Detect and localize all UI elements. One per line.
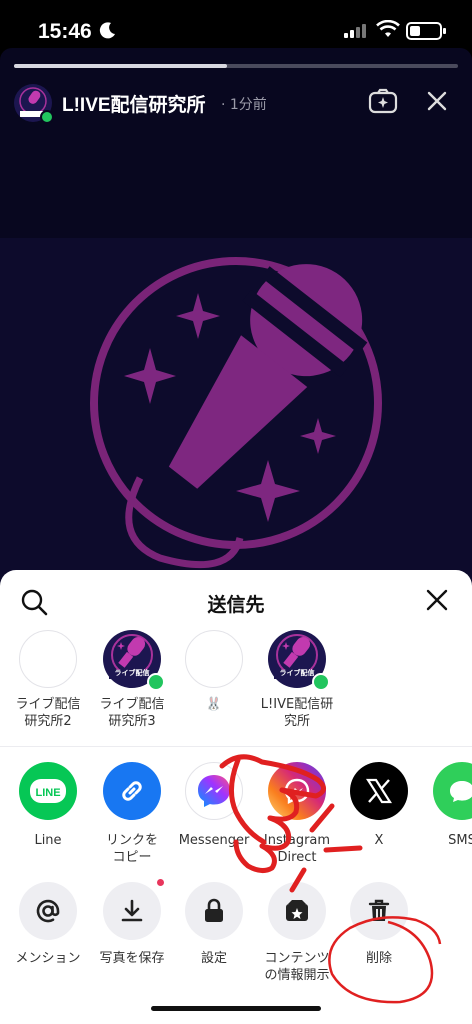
- x-icon[interactable]: [350, 762, 408, 820]
- battery-icon: [406, 22, 446, 40]
- svg-text:LINE: LINE: [35, 787, 60, 799]
- share-app-label: SMS: [448, 833, 472, 848]
- share-app-label: X: [374, 833, 384, 848]
- messenger-icon[interactable]: [185, 762, 243, 820]
- link-icon[interactable]: [103, 762, 161, 820]
- share-app-label: Messenger: [178, 833, 250, 848]
- recipient-avatar[interactable]: ライブ配信: [268, 630, 330, 691]
- action-label: 写真を保存: [99, 951, 165, 966]
- share-app-instagram-direct[interactable]: Instagram Direct: [255, 762, 339, 866]
- recipient-item[interactable]: ライブ配信ライブ配信 研究所3: [90, 630, 174, 730]
- at-icon[interactable]: [19, 882, 77, 940]
- avatar-caption: ライブ配信: [279, 669, 315, 677]
- sms-icon[interactable]: [433, 762, 472, 820]
- recipient-avatar[interactable]: [19, 630, 77, 688]
- recipient-item[interactable]: 🐰: [172, 630, 256, 713]
- share-app-link[interactable]: リンクを コピー: [90, 762, 174, 866]
- download-icon[interactable]: [103, 879, 164, 940]
- action-label: 削除: [365, 951, 392, 966]
- recipient-avatar[interactable]: ライブ配信: [103, 630, 165, 691]
- action-label: メンション: [15, 951, 81, 966]
- action-disclosure[interactable]: コンテンツ の情報開示: [255, 882, 339, 984]
- action-download[interactable]: 写真を保存: [90, 879, 174, 967]
- share-app-messenger[interactable]: Messenger: [172, 762, 256, 849]
- recipient-label: L!IVE配信研 究所: [260, 697, 334, 729]
- share-app-x[interactable]: X: [337, 762, 421, 849]
- recipient-label: ライブ配信 研究所3: [99, 697, 165, 729]
- share-apps-row: LINE Line リンクを コピー Messenger Instagram Direc…: [0, 762, 472, 872]
- disclosure-icon[interactable]: [268, 882, 326, 940]
- divider: [0, 746, 472, 747]
- action-label: 設定: [200, 951, 227, 966]
- notification-dot: [157, 879, 164, 886]
- online-indicator: [147, 673, 165, 691]
- story-account-name[interactable]: L!IVE配信研究所: [62, 90, 206, 117]
- home-indicator: [151, 1006, 321, 1011]
- action-trash[interactable]: 削除: [337, 882, 421, 967]
- trash-icon[interactable]: [350, 882, 408, 940]
- online-indicator: [40, 110, 54, 124]
- microphone-illustration: [90, 257, 382, 569]
- sheet-title: 送信先: [207, 594, 265, 616]
- recipient-item[interactable]: ライブ配信 L!IVE配信研 究所: [255, 630, 339, 730]
- status-time: 15:46: [38, 20, 92, 43]
- action-at[interactable]: メンション: [6, 882, 90, 967]
- story-progress-bar: [14, 64, 458, 68]
- recipient-item[interactable]: ライブ配信 研究所2: [6, 630, 90, 730]
- story-header: L!IVE配信研究所 · 1分前: [14, 84, 458, 124]
- action-lock[interactable]: 設定: [172, 882, 256, 967]
- close-story-icon[interactable]: [426, 90, 448, 112]
- share-app-label: リンクを コピー: [105, 833, 158, 865]
- cellular-signal-icon: [344, 24, 366, 38]
- close-icon[interactable]: [426, 589, 448, 611]
- instagram-direct-icon[interactable]: [268, 762, 326, 820]
- lock-icon[interactable]: [185, 882, 243, 940]
- share-sheet: 送信先 ライブ配信 研究所2 ライブ配信ライブ配信 研究所3 🐰 ライブ配信 L!IVE…: [0, 570, 472, 1024]
- recipient-list: ライブ配信 研究所2 ライブ配信ライブ配信 研究所3 🐰 ライブ配信 L!IVE配信研 …: [0, 630, 472, 744]
- recipient-label: ライブ配信 研究所2: [15, 697, 81, 729]
- story-media: [0, 238, 472, 608]
- share-app-line[interactable]: LINE Line: [6, 762, 90, 849]
- wifi-icon: [376, 20, 400, 37]
- story-timestamp: · 1分前: [221, 97, 267, 113]
- action-label: コンテンツ の情報開示: [264, 951, 330, 983]
- actions-row: メンション 写真を保存 設定 コンテンツ の情報開示 削除: [0, 879, 472, 992]
- avatar-caption: ライブ配信: [114, 669, 150, 677]
- online-indicator: [312, 673, 330, 691]
- line-icon[interactable]: LINE: [19, 762, 77, 820]
- moon-icon: [99, 22, 115, 39]
- story-viewer[interactable]: L!IVE配信研究所 · 1分前: [0, 48, 472, 608]
- share-app-label: Instagram Direct: [263, 833, 331, 865]
- effects-camera-icon[interactable]: [368, 88, 398, 114]
- recipient-avatar[interactable]: [185, 630, 243, 688]
- share-app-sms[interactable]: SMS: [420, 762, 472, 849]
- share-app-label: Line: [34, 833, 62, 848]
- recipient-label: 🐰: [205, 697, 223, 712]
